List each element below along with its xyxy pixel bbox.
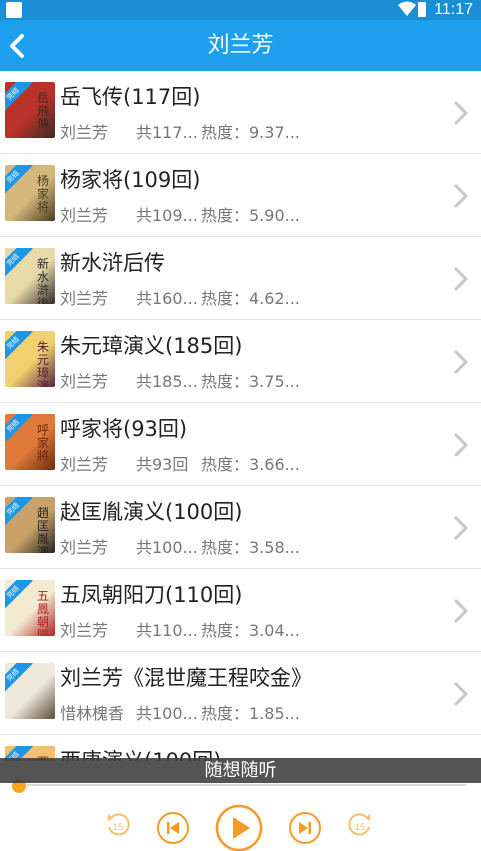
cover-text: 朱元璋演义 <box>37 340 50 388</box>
book-author: 刘兰芳 <box>60 206 109 225</box>
book-title: 刘兰芳《混世魔王程咬金》 <box>60 666 312 690</box>
book-author: 刘兰芳 <box>60 123 109 142</box>
book-title: 赵匡胤演义(100回) <box>60 500 243 524</box>
book-meta: 刘兰芳 共109... 热度：5.90... <box>60 202 300 226</box>
book-meta: 惜林槐香 共100... 热度：1.85... <box>60 700 300 724</box>
chevron-right-icon <box>454 599 468 623</box>
book-cover: 杨家将 完结 <box>5 165 55 221</box>
cover-text: 呼家將 <box>37 423 50 463</box>
episode-count: 共110... <box>136 621 198 640</box>
skip-next-icon <box>289 812 321 844</box>
popularity: 热度：3.04... <box>201 621 300 640</box>
book-author: 刘兰芳 <box>60 538 109 557</box>
forward-15-button[interactable]: 15 <box>346 811 374 839</box>
svg-text:15: 15 <box>355 822 365 832</box>
book-title: 五凤朝阳刀(110回) <box>60 583 243 607</box>
progress-track[interactable] <box>18 784 466 786</box>
popularity: 热度：4.62... <box>201 289 300 308</box>
popularity: 热度：3.58... <box>201 538 300 557</box>
episode-count: 共109... <box>136 206 198 225</box>
book-meta: 刘兰芳 共100... 热度：3.58... <box>60 534 300 558</box>
book-title: 呼家将(93回) <box>60 417 188 441</box>
book-title: 岳飞传(117回) <box>60 85 201 109</box>
wifi-icon <box>398 1 416 16</box>
cover-text: 趙匡胤演義 <box>37 506 50 554</box>
book-cover: 五鳳朝陽刀 完结 <box>5 580 55 636</box>
book-cover: 呼家將 完结 <box>5 414 55 470</box>
cover-text: 五鳳朝陽刀 <box>37 589 50 637</box>
book-author: 刘兰芳 <box>60 372 109 391</box>
rewind-15-icon: 15 <box>108 813 130 836</box>
book-list-item[interactable]: 五鳳朝陽刀 完结 五凤朝阳刀(110回) 刘兰芳 共110...热度：3.04..… <box>0 569 481 652</box>
book-meta: 刘兰芳 共160... 热度：4.62... <box>60 285 300 309</box>
book-list-item[interactable]: 朱元璋演义 完结 朱元璋演义(185回) 刘兰芳 共185...热度：3.75..… <box>0 320 481 403</box>
book-list-item[interactable]: 岳飛傳 完结 岳飞传(117回) 刘兰芳 共117... 热度：9.37... <box>0 71 481 154</box>
book-meta: 刘兰芳 共93回 热度：3.66... <box>60 451 300 475</box>
cover-text: 岳飛傳 <box>37 91 50 131</box>
svg-text:15: 15 <box>113 822 123 832</box>
book-author: 刘兰芳 <box>60 621 109 640</box>
book-title: 朱元璋演义(185回) <box>60 334 243 358</box>
book-cover: 新水滸後傳 完结 <box>5 248 55 304</box>
app-bar: 刘兰芳 <box>0 20 481 71</box>
episode-count: 共185... <box>136 372 198 391</box>
popularity: 热度：1.85... <box>201 704 300 723</box>
notification-icon <box>6 2 22 18</box>
popularity: 热度：3.75... <box>201 372 300 391</box>
previous-button[interactable] <box>156 811 190 845</box>
book-author: 刘兰芳 <box>60 455 109 474</box>
book-title: 新水浒后传 <box>60 251 165 275</box>
book-list-item[interactable]: 呼家將 完结 呼家将(93回) 刘兰芳 共93回 热度：3.66... <box>0 403 481 486</box>
book-list-item[interactable]: 完结 刘兰芳《混世魔王程咬金》 惜林槐香 共100... 热度：1.85... <box>0 652 481 735</box>
book-list: 岳飛傳 完结 岳飞传(117回) 刘兰芳 共117... 热度：9.37... 杨家… <box>0 71 481 761</box>
cover-text: 新水滸後傳 <box>37 257 50 305</box>
episode-count: 共100... <box>136 538 198 557</box>
popularity: 热度：3.66... <box>201 455 300 474</box>
battery-icon <box>418 2 426 17</box>
chevron-right-icon <box>454 184 468 208</box>
rewind-15-button[interactable]: 15 <box>104 811 132 839</box>
chevron-right-icon <box>454 267 468 291</box>
episode-count: 共160... <box>136 289 198 308</box>
book-cover: 趙匡胤演義 完结 <box>5 497 55 553</box>
play-button[interactable] <box>214 803 264 851</box>
book-author: 惜林槐香 <box>60 704 125 723</box>
chevron-right-icon <box>454 101 468 125</box>
play-icon <box>215 804 263 851</box>
book-list-item[interactable]: 新水滸後傳 完结 新水浒后传 刘兰芳 共160...热度：4.62... <box>0 237 481 320</box>
chevron-right-icon <box>454 433 468 457</box>
chevron-right-icon <box>454 350 468 374</box>
book-list-item[interactable]: 趙匡胤演義 完结 赵匡胤演义(100回) 刘兰芳 共100...热度：3.58..… <box>0 486 481 569</box>
book-author: 刘兰芳 <box>60 289 109 308</box>
book-meta: 刘兰芳 共117... 热度：9.37... <box>60 119 300 143</box>
episode-count: 共117... <box>136 123 198 142</box>
book-meta: 刘兰芳 共185... 热度：3.75... <box>60 368 300 392</box>
popularity: 热度：9.37... <box>201 123 300 142</box>
book-cover: 岳飛傳 完结 <box>5 82 55 138</box>
forward-15-icon: 15 <box>348 813 370 836</box>
mini-player: 随想随听 15 15 <box>0 758 481 851</box>
cover-text: 杨家将 <box>37 174 50 214</box>
now-playing-title[interactable]: 随想随听 <box>0 758 481 783</box>
book-cover: 朱元璋演义 完结 <box>5 331 55 387</box>
status-time: 11:17 <box>434 1 473 18</box>
book-list-item[interactable]: 杨家将 完结 杨家将(109回) 刘兰芳 共109... 热度：5.90... <box>0 154 481 237</box>
book-cover: 完结 <box>5 663 55 719</box>
episode-count: 共93回 <box>136 455 189 474</box>
chevron-right-icon <box>454 682 468 706</box>
page-title: 刘兰芳 <box>207 33 274 58</box>
episode-count: 共100... <box>136 704 198 723</box>
popularity: 热度：5.90... <box>201 206 300 225</box>
next-button[interactable] <box>288 811 322 845</box>
chevron-right-icon <box>454 516 468 540</box>
status-bar: 11:17 <box>0 0 481 20</box>
book-title: 杨家将(109回) <box>60 168 201 192</box>
book-meta: 刘兰芳 共110... 热度：3.04... <box>60 617 300 641</box>
skip-previous-icon <box>157 812 189 844</box>
